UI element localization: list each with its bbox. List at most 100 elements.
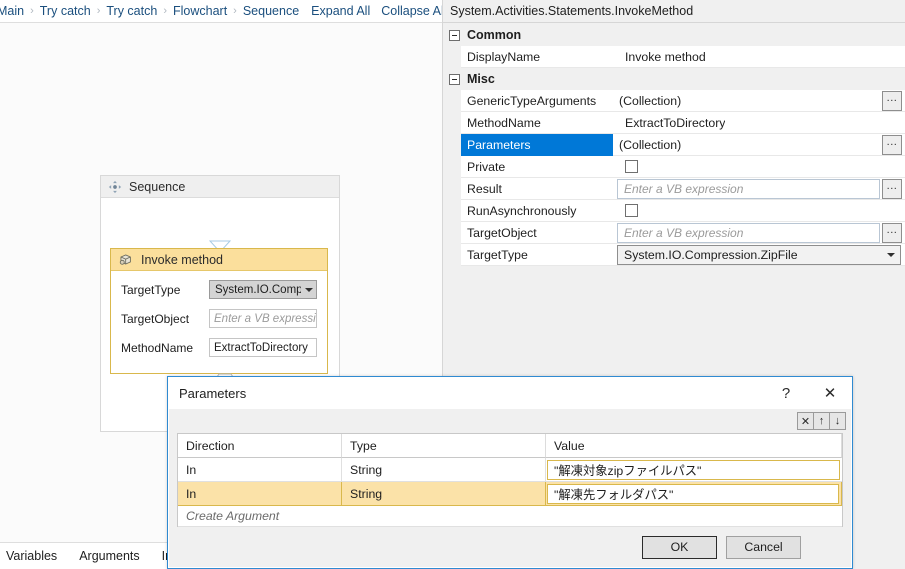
field-label-target-object: TargetObject [121,311,190,326]
field-method-name: MethodName ExtractToDirectory [121,338,317,357]
targettype-combobox[interactable]: System.IO.Compression.ZipFile [617,244,901,265]
column-header-value[interactable]: Value [546,434,842,458]
breadcrumb-separator: › [163,5,167,17]
property-row-private[interactable]: Private [443,156,905,178]
tab-variables[interactable]: Variables [6,549,57,563]
property-value-targetobject[interactable]: Enter a VB expression ... [613,222,905,244]
parameters-ellipsis-button[interactable]: ... [882,134,902,155]
ok-button[interactable]: OK [642,535,717,559]
table-header-row: Direction Type Value [178,434,842,458]
target-type-combobox[interactable]: System.IO.Compre [209,280,317,299]
breadcrumb-item-main[interactable]: Main [0,4,25,18]
delete-parameter-button[interactable]: ✕ [797,412,814,430]
breadcrumb-item-flowchart[interactable]: Flowchart [172,4,228,18]
breadcrumb-separator: › [30,5,34,17]
invoke-method-header[interactable]: Invoke method [111,249,327,271]
cancel-button[interactable]: Cancel [726,535,801,559]
breadcrumb-separator: › [233,5,237,17]
dialog-footer: OK Cancel [169,527,851,567]
field-label-target-type: TargetType [121,282,181,297]
field-label-method-name: MethodName [121,340,194,355]
invoke-method-title: Invoke method [141,252,223,267]
property-value-targettype[interactable]: System.IO.Compression.ZipFile [613,244,905,266]
breadcrumb-separator: › [96,5,101,17]
generictypearguments-text: (Collection) [619,93,682,108]
property-category-misc[interactable]: Misc [443,68,905,90]
property-value-methodname[interactable]: ExtractToDirectory [613,112,905,134]
invoke-method-body: TargetType System.IO.Compre TargetObject… [111,271,327,357]
cube-icon [118,253,133,267]
row-value-input[interactable]: "解凍対象zipファイルパス" [547,459,840,480]
move-down-button[interactable]: ↓ [829,412,846,430]
method-name-input[interactable]: ExtractToDirectory [209,338,317,357]
column-header-direction[interactable]: Direction [178,434,342,458]
breadcrumb-item-sequence[interactable]: Sequence [242,4,300,18]
property-row-result[interactable]: Result Enter a VB expression ... [443,178,905,200]
property-row-targettype[interactable]: TargetType System.IO.Compression.ZipFile [443,244,905,266]
parameters-dialog[interactable]: Parameters ? ✕ ✕ ↑ ↓ Direction Type Valu… [167,376,853,569]
row-direction[interactable]: In [178,482,342,506]
invoke-method-activity[interactable]: Invoke method TargetType System.IO.Compr… [110,248,328,374]
property-category-common[interactable]: Common [443,24,905,46]
close-icon[interactable]: ✕ [808,378,852,408]
row-value-input[interactable]: "解凍先フォルダパス" [547,483,839,504]
targetobject-ellipsis-button[interactable]: ... [882,222,902,243]
chevron-down-icon [305,287,313,292]
collapse-icon[interactable] [449,29,460,41]
property-value-runasynchronously[interactable] [613,200,905,222]
category-label-common: Common [467,28,522,42]
property-value-parameters[interactable]: (Collection) ... [613,134,905,156]
row-value-cell[interactable]: "解凍先フォルダパス" [546,482,842,506]
breadcrumb: Main › Try catch › Try catch › Flowchart… [0,0,443,22]
properties-type-name: System.Activities.Statements.InvokeMetho… [443,0,905,22]
tab-arguments[interactable]: Arguments [79,549,139,563]
properties-divider [443,22,905,23]
column-header-type[interactable]: Type [342,434,546,458]
property-row-displayname[interactable]: DisplayName Invoke method [443,46,905,68]
collapse-all-button[interactable]: Collapse All [381,4,443,18]
parameters-toolbar: ✕ ↑ ↓ [169,409,851,433]
table-row[interactable]: In String "解凍先フォルダパス" [178,482,842,506]
property-row-parameters[interactable]: Parameters (Collection) ... [443,134,905,156]
property-value-result[interactable]: Enter a VB expression ... [613,178,905,200]
row-type[interactable]: String [342,458,546,482]
property-row-methodname[interactable]: MethodName ExtractToDirectory [443,112,905,134]
property-value-generictypearguments[interactable]: (Collection) ... [613,90,905,112]
create-argument-label[interactable]: Create Argument [178,506,842,527]
result-expression-input[interactable]: Enter a VB expression [617,178,880,199]
generictypearguments-ellipsis-button[interactable]: ... [882,90,902,111]
property-name-targetobject: TargetObject [461,222,613,244]
property-name-generictypearguments: GenericTypeArguments [461,90,613,112]
property-row-generictypearguments[interactable]: GenericTypeArguments (Collection) ... [443,90,905,112]
collapse-icon[interactable] [449,73,460,85]
property-name-parameters: Parameters [461,134,613,156]
property-name-methodname: MethodName [461,112,613,134]
dialog-body: ✕ ↑ ↓ Direction Type Value In String "解凍… [169,409,851,540]
target-type-value: System.IO.Compre [215,283,301,296]
property-name-result: Result [461,178,613,200]
category-label-misc: Misc [467,72,495,86]
expand-all-button[interactable]: Expand All [311,4,370,18]
row-type[interactable]: String [342,482,546,506]
breadcrumb-item-try-catch-2[interactable]: Try catch [105,4,158,18]
private-checkbox[interactable] [625,160,638,173]
property-row-runasynchronously[interactable]: RunAsynchronously [443,200,905,222]
parameters-text: (Collection) [619,137,682,152]
row-direction[interactable]: In [178,458,342,482]
field-target-object: TargetObject Enter a VB expression [121,309,317,328]
property-value-private[interactable] [613,156,905,178]
target-object-input[interactable]: Enter a VB expression [209,309,317,328]
targetobject-expression-input[interactable]: Enter a VB expression [617,222,880,243]
result-ellipsis-button[interactable]: ... [882,178,902,199]
property-name-targettype: TargetType [461,244,613,266]
runasynchronously-checkbox[interactable] [625,204,638,217]
sequence-header[interactable]: Sequence [101,176,339,198]
create-argument-row[interactable]: Create Argument [178,506,842,527]
breadcrumb-item-try-catch-1[interactable]: Try catch [39,4,92,18]
move-up-button[interactable]: ↑ [813,412,830,430]
table-row[interactable]: In String "解凍対象zipファイルパス" [178,458,842,482]
property-row-targetobject[interactable]: TargetObject Enter a VB expression ... [443,222,905,244]
property-value-displayname[interactable]: Invoke method [613,46,905,68]
help-button[interactable]: ? [764,378,808,408]
row-value-cell[interactable]: "解凍対象zipファイルパス" [546,458,842,482]
